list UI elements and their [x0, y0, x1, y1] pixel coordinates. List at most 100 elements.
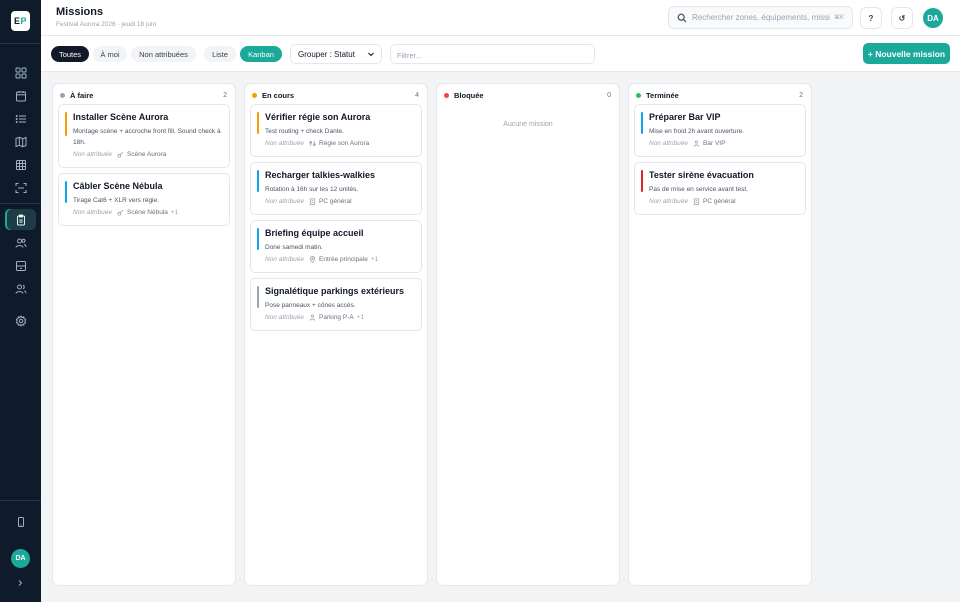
sidebar-item-missions[interactable] — [5, 209, 36, 230]
new-mission-button[interactable]: + Nouvelle mission — [863, 43, 950, 64]
settings-icon — [15, 314, 26, 327]
view-kanban[interactable]: Kanban — [240, 46, 282, 62]
sidebar-item-device[interactable] — [5, 511, 36, 532]
card-assignee[interactable]: Non attribuée — [265, 140, 304, 147]
app-logo[interactable]: EP — [11, 11, 30, 31]
help-button[interactable]: ? — [860, 7, 882, 29]
global-search[interactable]: ⌘K — [668, 6, 853, 29]
card-meta: Non attribuée PC général — [265, 198, 352, 205]
card-title: Recharger talkies-walkies — [265, 170, 376, 180]
kanban-column: Bloquée 0 Aucune mission — [436, 83, 620, 586]
column-header: Bloquée 0 — [444, 89, 611, 101]
card-assignee[interactable]: Non attribuée — [73, 151, 112, 158]
sidebar-item-list[interactable] — [5, 108, 36, 129]
page-title: Missions — [56, 6, 104, 18]
column-count: 0 — [607, 91, 611, 99]
mission-card[interactable]: Briefing équipe accueil Done samedi matin… — [250, 220, 422, 273]
card-extra-count: +1 — [356, 314, 365, 321]
page-subtitle: Festival Aurora 2026 · jeudi 18 juin — [56, 21, 157, 28]
filter-field[interactable] — [390, 44, 595, 65]
card-meta: Non attribuée Régie son Aurora — [265, 140, 369, 147]
mission-card[interactable]: Tester sirène évacuation Pas de mise en s… — [634, 162, 806, 215]
sidebar-item-inventory[interactable] — [5, 255, 36, 276]
user-avatar[interactable]: DA — [923, 8, 943, 28]
card-location: PC général — [319, 198, 352, 205]
sidebar-item-map[interactable] — [5, 131, 36, 152]
building-icon — [693, 198, 700, 205]
card-assignee[interactable]: Non attribuée — [265, 314, 304, 321]
card-assignee[interactable]: Non attribuée — [649, 140, 688, 147]
kanban-column: À faire 2 Installer Scène Aurora Montage sc… — [52, 83, 236, 586]
priority-bar — [257, 286, 259, 308]
mission-card[interactable]: Vérifier régie son Aurora Test routing + … — [250, 104, 422, 157]
card-location: Scène Nébula — [127, 209, 168, 216]
sidebar-divider — [0, 203, 41, 204]
priority-bar — [641, 170, 643, 192]
card-meta: Non attribuée Entrée principale +1 — [265, 256, 378, 263]
card-meta: Non attribuée Bar VIP — [649, 140, 725, 147]
search-icon — [677, 13, 687, 22]
phone-icon — [17, 516, 24, 527]
filter-all[interactable]: Toutes — [51, 46, 89, 62]
priority-bar — [65, 112, 67, 136]
card-description: Mise en froid 2h avant ouverture. — [649, 128, 745, 135]
mission-card[interactable]: Recharger talkies-walkies Rotation à 16h … — [250, 162, 422, 215]
sidebar: EP DA — [0, 0, 41, 602]
mission-card[interactable]: Signalétique parkings extérieurs Pose pan… — [250, 278, 422, 331]
sidebar-item-dashboard[interactable] — [5, 62, 36, 83]
card-title: Préparer Bar VIP — [649, 112, 721, 122]
calendar-icon — [15, 90, 26, 101]
sidebar-item-settings[interactable] — [5, 310, 36, 331]
mission-card[interactable]: Câbler Scène Nébula Tirage Cat6 + XLR ver… — [58, 173, 230, 226]
card-description: Pas de mise en service avant test. — [649, 186, 748, 193]
refresh-button[interactable]: ↺ — [891, 7, 913, 29]
guitar-icon — [117, 209, 124, 216]
card-title: Tester sirène évacuation — [649, 170, 754, 180]
priority-bar — [257, 112, 259, 134]
sidebar-item-team[interactable] — [5, 278, 36, 299]
card-meta: Non attribuée PC général — [649, 198, 736, 205]
person-icon — [693, 140, 700, 147]
empty-state: Aucune mission — [503, 121, 553, 128]
status-dot — [252, 92, 257, 98]
card-assignee[interactable]: Non attribuée — [265, 198, 304, 205]
pin-icon — [309, 256, 316, 263]
priority-bar — [65, 181, 67, 203]
card-description: Pose panneaux + cônes accès. — [265, 302, 356, 309]
sidebar-item-users[interactable] — [5, 232, 36, 253]
group-by-select[interactable]: Grouper : Statut — [290, 44, 382, 64]
column-title: En cours — [262, 90, 295, 100]
status-dot — [636, 92, 641, 98]
sidebar-item-calendar[interactable] — [5, 85, 36, 106]
mission-card[interactable]: Préparer Bar VIP Mise en froid 2h avant o… — [634, 104, 806, 157]
filter-mine[interactable]: À moi — [93, 46, 127, 62]
view-list[interactable]: Liste — [204, 46, 236, 62]
kanban-column: En cours 4 Vérifier régie son Aurora Test r… — [244, 83, 428, 586]
clipboard-icon — [16, 214, 25, 225]
search-input[interactable] — [692, 13, 832, 22]
sidebar-divider — [0, 43, 41, 44]
filter-input[interactable] — [391, 46, 594, 65]
mission-card[interactable]: Installer Scène Aurora Montage scène + ac… — [58, 104, 230, 168]
card-title: Câbler Scène Nébula — [73, 181, 163, 191]
card-assignee[interactable]: Non attribuée — [73, 209, 112, 216]
card-assignee[interactable]: Non attribuée — [265, 256, 304, 263]
card-title: Vérifier régie son Aurora — [265, 112, 371, 122]
filter-unassigned[interactable]: Non attribuées — [131, 46, 196, 62]
priority-bar — [641, 112, 643, 134]
status-dot — [60, 92, 65, 98]
card-assignee[interactable]: Non attribuée — [649, 198, 688, 205]
column-title: Bloquée — [454, 90, 484, 100]
refresh-icon: ↺ — [898, 13, 906, 23]
dashboard-icon — [15, 67, 26, 78]
column-count: 2 — [799, 91, 803, 99]
priority-bar — [257, 170, 259, 192]
help-icon: ? — [868, 13, 874, 23]
sidebar-item-grid[interactable] — [5, 154, 36, 175]
card-location: Bar VIP — [703, 140, 726, 147]
card-description: Test routing + check Dante. — [265, 128, 344, 135]
card-description: Tirage Cat6 + XLR vers régie. — [73, 197, 159, 204]
sidebar-item-scan[interactable] — [5, 177, 36, 198]
sidebar-avatar[interactable]: DA — [11, 549, 30, 568]
sidebar-expand-button[interactable] — [13, 576, 27, 590]
